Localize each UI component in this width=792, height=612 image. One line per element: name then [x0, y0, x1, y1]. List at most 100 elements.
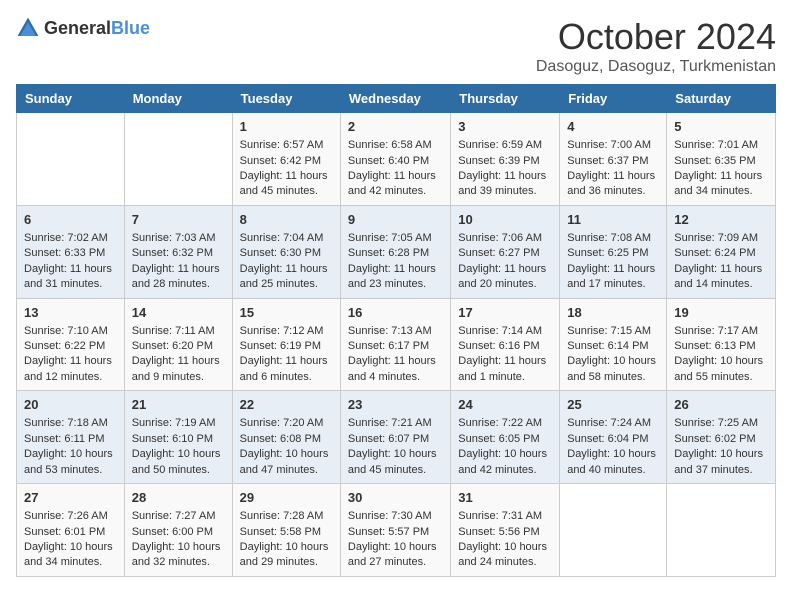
sunrise-text: Sunrise: 6:58 AM	[348, 138, 443, 153]
sunset-text: Sunset: 6:40 PM	[348, 154, 443, 169]
cell-3-5: 17Sunrise: 7:14 AMSunset: 6:16 PMDayligh…	[451, 298, 560, 391]
logo-text-blue: Blue	[111, 18, 150, 38]
title-section: October 2024 Dasoguz, Dasoguz, Turkmenis…	[536, 16, 776, 76]
cell-3-6: 18Sunrise: 7:15 AMSunset: 6:14 PMDayligh…	[560, 298, 667, 391]
cell-4-1: 20Sunrise: 7:18 AMSunset: 6:11 PMDayligh…	[17, 391, 125, 484]
daylight-text: Daylight: 10 hours and 37 minutes.	[674, 447, 768, 478]
daylight-text: Daylight: 11 hours and 17 minutes.	[567, 262, 659, 293]
col-wednesday: Wednesday	[340, 85, 450, 113]
cell-1-5: 3Sunrise: 6:59 AMSunset: 6:39 PMDaylight…	[451, 113, 560, 206]
daylight-text: Daylight: 11 hours and 6 minutes.	[240, 354, 333, 385]
day-number: 10	[458, 211, 552, 229]
cell-3-2: 14Sunrise: 7:11 AMSunset: 6:20 PMDayligh…	[124, 298, 232, 391]
sunset-text: Sunset: 6:13 PM	[674, 339, 768, 354]
daylight-text: Daylight: 11 hours and 23 minutes.	[348, 262, 443, 293]
day-number: 27	[24, 489, 117, 507]
daylight-text: Daylight: 10 hours and 24 minutes.	[458, 540, 552, 571]
cell-1-1	[17, 113, 125, 206]
daylight-text: Daylight: 11 hours and 4 minutes.	[348, 354, 443, 385]
day-number: 17	[458, 304, 552, 322]
week-row-3: 13Sunrise: 7:10 AMSunset: 6:22 PMDayligh…	[17, 298, 776, 391]
sunrise-text: Sunrise: 7:20 AM	[240, 416, 333, 431]
sunrise-text: Sunrise: 6:59 AM	[458, 138, 552, 153]
sunrise-text: Sunrise: 7:19 AM	[132, 416, 225, 431]
cell-5-2: 28Sunrise: 7:27 AMSunset: 6:00 PMDayligh…	[124, 484, 232, 577]
day-number: 20	[24, 396, 117, 414]
day-number: 1	[240, 118, 333, 136]
daylight-text: Daylight: 11 hours and 36 minutes.	[567, 169, 659, 200]
daylight-text: Daylight: 10 hours and 50 minutes.	[132, 447, 225, 478]
calendar-table: Sunday Monday Tuesday Wednesday Thursday…	[16, 84, 776, 577]
cell-1-7: 5Sunrise: 7:01 AMSunset: 6:35 PMDaylight…	[667, 113, 776, 206]
week-row-5: 27Sunrise: 7:26 AMSunset: 6:01 PMDayligh…	[17, 484, 776, 577]
week-row-2: 6Sunrise: 7:02 AMSunset: 6:33 PMDaylight…	[17, 205, 776, 298]
cell-1-4: 2 Sunrise: 6:58 AMSunset: 6:40 PMDaylight…	[340, 113, 450, 206]
sunset-text: Sunset: 5:58 PM	[240, 525, 333, 540]
cell-2-3: 8Sunrise: 7:04 AMSunset: 6:30 PMDaylight…	[232, 205, 340, 298]
sunrise-text: Sunrise: 7:10 AM	[24, 324, 117, 339]
day-number: 2	[348, 118, 443, 136]
daylight-text: Daylight: 10 hours and 42 minutes.	[458, 447, 552, 478]
sunrise-text: Sunrise: 7:09 AM	[674, 231, 768, 246]
sunset-text: Sunset: 6:28 PM	[348, 246, 443, 261]
sunset-text: Sunset: 6:19 PM	[240, 339, 333, 354]
cell-4-2: 21Sunrise: 7:19 AMSunset: 6:10 PMDayligh…	[124, 391, 232, 484]
day-number: 21	[132, 396, 225, 414]
sunset-text: Sunset: 6:20 PM	[132, 339, 225, 354]
cell-1-6: 4Sunrise: 7:00 AMSunset: 6:37 PMDaylight…	[560, 113, 667, 206]
sunrise-text: Sunrise: 7:21 AM	[348, 416, 443, 431]
daylight-text: Daylight: 10 hours and 45 minutes.	[348, 447, 443, 478]
sunset-text: Sunset: 6:24 PM	[674, 246, 768, 261]
cell-5-7	[667, 484, 776, 577]
daylight-text: Daylight: 10 hours and 27 minutes.	[348, 540, 443, 571]
logo-icon	[16, 16, 40, 40]
cell-1-2	[124, 113, 232, 206]
sunrise-text: Sunrise: 7:01 AM	[674, 138, 768, 153]
sunrise-text: Sunrise: 7:13 AM	[348, 324, 443, 339]
cell-2-4: 9 Sunrise: 7:05 AMSunset: 6:28 PMDaylight…	[340, 205, 450, 298]
day-number: 19	[674, 304, 768, 322]
day-number: 9	[348, 211, 443, 229]
sunrise-text: Sunrise: 7:31 AM	[458, 509, 552, 524]
sunrise-text: Sunrise: 7:27 AM	[132, 509, 225, 524]
sunrise-text: Sunrise: 7:05 AM	[348, 231, 443, 246]
daylight-text: Daylight: 11 hours and 34 minutes.	[674, 169, 768, 200]
cell-5-3: 29Sunrise: 7:28 AMSunset: 5:58 PMDayligh…	[232, 484, 340, 577]
sunrise-text: Sunrise: 7:03 AM	[132, 231, 225, 246]
day-number: 16	[348, 304, 443, 322]
cell-2-2: 7Sunrise: 7:03 AMSunset: 6:32 PMDaylight…	[124, 205, 232, 298]
cell-5-1: 27Sunrise: 7:26 AMSunset: 6:01 PMDayligh…	[17, 484, 125, 577]
sunrise-text: Sunrise: 7:28 AM	[240, 509, 333, 524]
sunset-text: Sunset: 6:33 PM	[24, 246, 117, 261]
daylight-text: Daylight: 11 hours and 31 minutes.	[24, 262, 117, 293]
cell-1-3: 1Sunrise: 6:57 AMSunset: 6:42 PMDaylight…	[232, 113, 340, 206]
sunset-text: Sunset: 6:11 PM	[24, 432, 117, 447]
sunrise-text: Sunrise: 7:00 AM	[567, 138, 659, 153]
cell-3-7: 19Sunrise: 7:17 AMSunset: 6:13 PMDayligh…	[667, 298, 776, 391]
cell-5-6	[560, 484, 667, 577]
daylight-text: Daylight: 10 hours and 34 minutes.	[24, 540, 117, 571]
day-number: 4	[567, 118, 659, 136]
logo: GeneralBlue	[16, 16, 150, 40]
daylight-text: Daylight: 10 hours and 47 minutes.	[240, 447, 333, 478]
sunrise-text: Sunrise: 7:30 AM	[348, 509, 443, 524]
cell-3-3: 15Sunrise: 7:12 AMSunset: 6:19 PMDayligh…	[232, 298, 340, 391]
cell-5-4: 30Sunrise: 7:30 AMSunset: 5:57 PMDayligh…	[340, 484, 450, 577]
col-saturday: Saturday	[667, 85, 776, 113]
daylight-text: Daylight: 10 hours and 55 minutes.	[674, 354, 768, 385]
sunset-text: Sunset: 6:17 PM	[348, 339, 443, 354]
cell-4-6: 25Sunrise: 7:24 AMSunset: 6:04 PMDayligh…	[560, 391, 667, 484]
sunset-text: Sunset: 5:57 PM	[348, 525, 443, 540]
day-number: 3	[458, 118, 552, 136]
cell-4-3: 22Sunrise: 7:20 AMSunset: 6:08 PMDayligh…	[232, 391, 340, 484]
daylight-text: Daylight: 11 hours and 42 minutes.	[348, 169, 443, 200]
day-number: 29	[240, 489, 333, 507]
cell-2-1: 6Sunrise: 7:02 AMSunset: 6:33 PMDaylight…	[17, 205, 125, 298]
cell-5-5: 31Sunrise: 7:31 AMSunset: 5:56 PMDayligh…	[451, 484, 560, 577]
sunset-text: Sunset: 6:25 PM	[567, 246, 659, 261]
col-friday: Friday	[560, 85, 667, 113]
location-subtitle: Dasoguz, Dasoguz, Turkmenistan	[536, 58, 776, 76]
day-number: 23	[348, 396, 443, 414]
col-sunday: Sunday	[17, 85, 125, 113]
col-thursday: Thursday	[451, 85, 560, 113]
